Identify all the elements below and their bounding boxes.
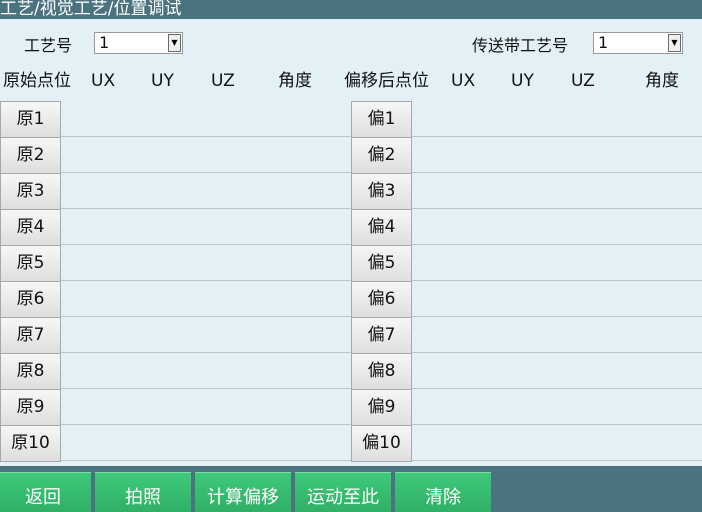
original-point-button[interactable]: 原7 xyxy=(0,317,61,354)
header-uy: UY xyxy=(511,71,534,91)
header-ux: UX xyxy=(91,71,116,91)
capture-photo-button[interactable]: 拍照 xyxy=(95,472,191,512)
back-button[interactable]: 返回 xyxy=(0,472,91,512)
original-point-button[interactable]: 原2 xyxy=(0,137,61,174)
conveyor-craft-value: 1 xyxy=(598,33,609,52)
original-point-button[interactable]: 原6 xyxy=(0,281,61,318)
header-original-point: 原始点位 xyxy=(3,71,71,91)
offset-point-button[interactable]: 偏4 xyxy=(351,209,412,246)
offset-point-button[interactable]: 偏7 xyxy=(351,317,412,354)
dropdown-arrow-icon[interactable]: ▼ xyxy=(168,34,181,52)
move-here-button[interactable]: 运动至此 xyxy=(295,472,391,512)
offset-point-button[interactable]: 偏9 xyxy=(351,389,412,426)
header-uz: UZ xyxy=(571,71,595,91)
original-point-button[interactable]: 原9 xyxy=(0,389,61,426)
offset-point-button[interactable]: 偏2 xyxy=(351,137,412,174)
window-title: 工艺/视觉工艺/位置调试 xyxy=(0,0,702,19)
header-angle: 角度 xyxy=(278,71,312,91)
offset-point-button[interactable]: 偏6 xyxy=(351,281,412,318)
offset-point-button[interactable]: 偏8 xyxy=(351,353,412,390)
original-point-button[interactable]: 原10 xyxy=(0,425,61,462)
dropdown-arrow-icon[interactable]: ▼ xyxy=(668,34,681,52)
original-point-button[interactable]: 原1 xyxy=(0,101,61,138)
header-uz: UZ xyxy=(211,71,235,91)
original-point-button[interactable]: 原8 xyxy=(0,353,61,390)
conveyor-craft-label: 传送带工艺号 xyxy=(472,36,569,55)
offset-point-button[interactable]: 偏5 xyxy=(351,245,412,282)
clear-button[interactable]: 清除 xyxy=(395,472,491,512)
offset-point-button[interactable]: 偏10 xyxy=(351,425,412,462)
header-angle: 角度 xyxy=(645,71,679,91)
craft-number-label: 工艺号 xyxy=(24,36,73,55)
original-point-button[interactable]: 原3 xyxy=(0,173,61,210)
original-point-button[interactable]: 原4 xyxy=(0,209,61,246)
calculate-offset-button[interactable]: 计算偏移 xyxy=(195,472,291,512)
conveyor-craft-select[interactable]: 1 ▼ xyxy=(593,32,683,54)
header-uy: UY xyxy=(151,71,174,91)
original-point-button[interactable]: 原5 xyxy=(0,245,61,282)
offset-point-button[interactable]: 偏3 xyxy=(351,173,412,210)
offset-point-button[interactable]: 偏1 xyxy=(351,101,412,138)
craft-number-value: 1 xyxy=(99,33,110,52)
header-ux: UX xyxy=(451,71,476,91)
craft-number-select[interactable]: 1 ▼ xyxy=(94,32,183,54)
header-offset-point: 偏移后点位 xyxy=(344,71,429,91)
